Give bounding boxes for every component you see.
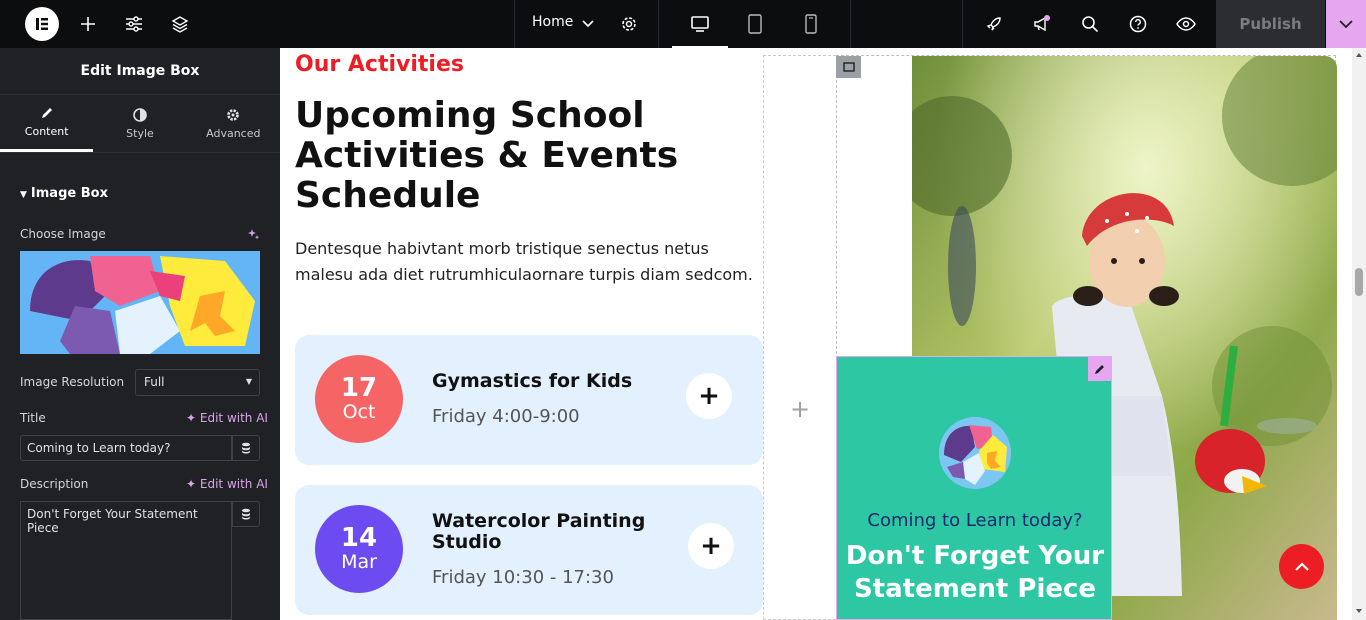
scroll-to-top-button[interactable] xyxy=(1279,544,1324,589)
title-input[interactable]: Coming to Learn today? xyxy=(20,435,232,461)
tab-advanced[interactable]: Advanced xyxy=(187,95,280,152)
empty-column xyxy=(763,55,836,620)
puzzle-logo-icon xyxy=(939,417,1011,489)
event-time: Friday 4:00-9:00 xyxy=(432,406,580,427)
ai-sparkle-icon: ✦ xyxy=(186,477,197,491)
description-textarea[interactable]: Don't Forget Your Statement Piece xyxy=(20,501,232,620)
tab-label: Advanced xyxy=(206,126,261,140)
page-canvas: Our Activities Upcoming School Activitie… xyxy=(280,48,1352,620)
ai-link-label: Edit with AI xyxy=(199,411,268,425)
panel-title: Edit Image Box xyxy=(0,48,280,95)
tab-label: Style xyxy=(126,126,154,140)
event-title: Watercolor Painting Studio xyxy=(432,510,646,553)
panel-tabs: Content Style Advanced xyxy=(0,95,280,153)
column-handle-icon[interactable] xyxy=(836,56,861,78)
select-value: Full xyxy=(144,375,165,389)
publish-button[interactable]: Publish xyxy=(1216,0,1325,48)
tab-content[interactable]: Content xyxy=(0,95,94,152)
caret-down-icon: ▼ xyxy=(20,190,27,200)
chevron-down-icon[interactable] xyxy=(576,12,600,36)
event-title: Gymastics for Kids xyxy=(432,370,633,392)
event-time: Friday 10:30 - 17:30 xyxy=(432,567,614,588)
edit-with-ai-link[interactable]: ✦ Edit with AI xyxy=(186,477,268,491)
layers-icon[interactable] xyxy=(168,12,192,36)
search-icon[interactable] xyxy=(1078,12,1102,36)
image-box-title: Coming to Learn today? xyxy=(867,510,1083,531)
ai-link-label: Edit with AI xyxy=(199,477,268,491)
tablet-icon[interactable] xyxy=(743,12,767,36)
pencil-icon xyxy=(41,108,52,118)
tab-style[interactable]: Style xyxy=(93,95,186,152)
separator xyxy=(962,0,963,48)
tab-label: Content xyxy=(24,125,69,138)
event-date-badge: 17 Oct xyxy=(315,355,403,443)
section-subtitle: Our Activities xyxy=(295,52,464,77)
separator xyxy=(850,0,851,48)
section-paragraph: Dentesque habivtant morb tristique senec… xyxy=(295,239,753,284)
scroll-up-arrow-icon[interactable] xyxy=(1355,52,1363,58)
dynamic-tags-database-icon[interactable] xyxy=(232,435,260,461)
section-toggle[interactable]: ▼ Image Box xyxy=(20,186,108,201)
event-card[interactable]: 17 Oct Gymastics for Kids Friday 4:00-9:… xyxy=(295,335,763,465)
section-title: Image Box xyxy=(30,186,108,201)
scroll-down-arrow-icon[interactable] xyxy=(1355,608,1363,614)
image-resolution-select[interactable]: Full ▼ xyxy=(135,369,260,396)
event-date-badge: 14 Mar xyxy=(315,505,403,593)
plus-icon[interactable]: + xyxy=(686,373,732,419)
event-day: 17 xyxy=(340,373,378,403)
plus-icon[interactable]: + xyxy=(688,523,734,569)
edit-with-ai-link[interactable]: ✦ Edit with AI xyxy=(186,411,268,425)
dynamic-tags-database-icon[interactable] xyxy=(232,501,260,527)
ai-sparkle-icon[interactable] xyxy=(247,226,260,245)
image-preview[interactable] xyxy=(20,251,260,354)
half-circle-icon xyxy=(133,107,147,122)
help-icon[interactable] xyxy=(1126,12,1150,36)
image-box-description: Don't Forget Your Statement Piece xyxy=(845,541,1105,604)
elementor-logo-icon[interactable] xyxy=(25,7,59,41)
desktop-icon[interactable] xyxy=(688,12,712,36)
separator xyxy=(658,0,659,48)
mobile-icon[interactable] xyxy=(799,12,823,36)
separator xyxy=(514,0,515,48)
description-label: Description xyxy=(20,477,89,491)
edit-pencil-icon[interactable] xyxy=(1088,357,1112,381)
event-day: 14 xyxy=(340,523,378,553)
settings-sliders-icon[interactable] xyxy=(122,12,146,36)
preview-eye-icon[interactable] xyxy=(1174,12,1198,36)
scrollbar[interactable] xyxy=(1352,48,1366,620)
event-month: Mar xyxy=(341,551,377,573)
rocket-icon[interactable] xyxy=(982,12,1006,36)
choose-image-label: Choose Image xyxy=(20,227,106,241)
section-heading: Upcoming School Activities & Events Sche… xyxy=(295,95,679,216)
event-month: Oct xyxy=(342,401,376,423)
event-card[interactable]: 14 Mar Watercolor Painting Studio Friday… xyxy=(295,485,763,615)
editor-topbar: Home Publish xyxy=(0,0,1366,48)
scrollbar-thumb[interactable] xyxy=(1355,268,1363,296)
chevron-up-icon xyxy=(1294,562,1309,571)
image-box-widget[interactable]: Coming to Learn today? Don't Forget Your… xyxy=(836,356,1112,620)
editor-panel: Edit Image Box Content Style Advanced ▼ I… xyxy=(0,48,280,620)
publish-options-chevron-icon[interactable] xyxy=(1326,0,1366,48)
megaphone-icon[interactable] xyxy=(1030,12,1054,36)
page-settings-gear-icon[interactable] xyxy=(617,12,641,36)
image-resolution-label: Image Resolution xyxy=(20,375,125,389)
page-name[interactable]: Home xyxy=(532,14,573,30)
ai-sparkle-icon: ✦ xyxy=(186,411,197,425)
gear-icon xyxy=(227,108,240,121)
add-element-icon[interactable] xyxy=(76,12,100,36)
add-widget-plus-icon[interactable]: + xyxy=(790,395,810,423)
title-label: Title xyxy=(20,411,46,425)
caret-down-icon: ▼ xyxy=(245,377,252,386)
